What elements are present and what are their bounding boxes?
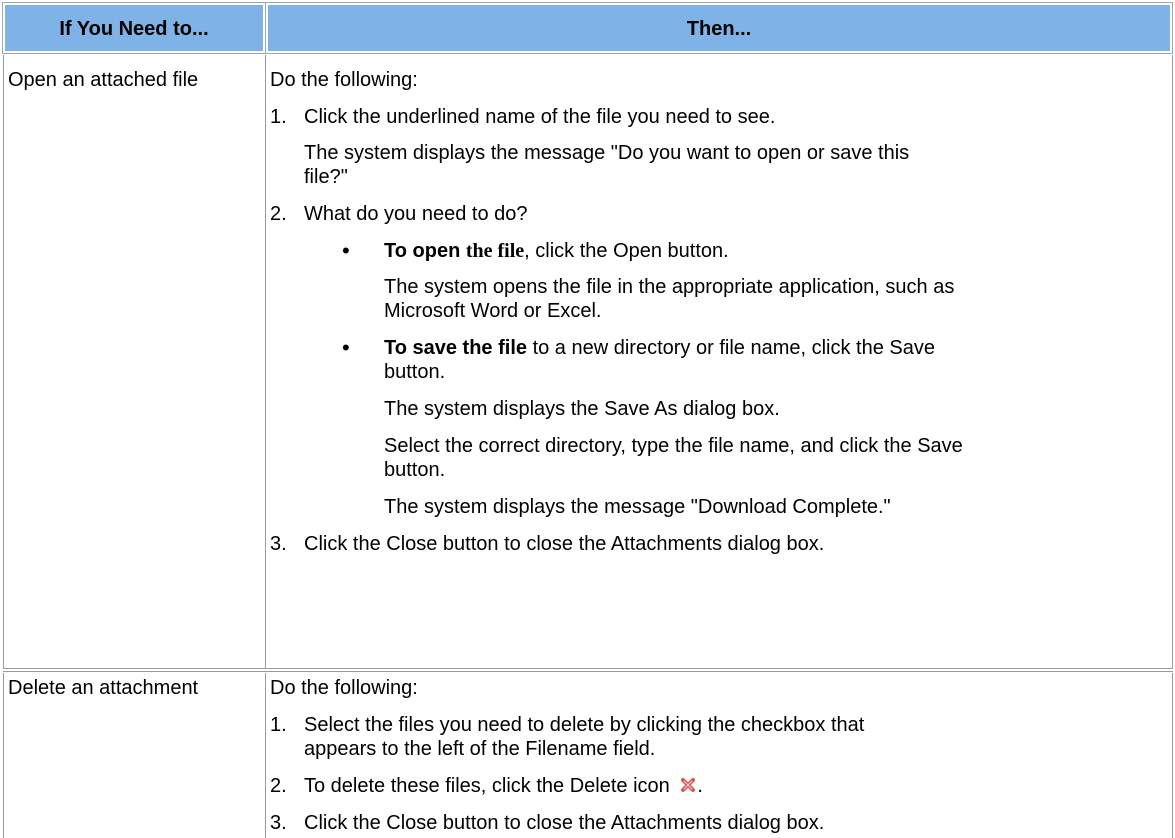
row1-steps-cell: Do the following: 1. Click the underline… [266,55,1173,669]
row1-bullet2-note2-cont: button. [384,459,446,481]
row2-intro: Do the following: [270,677,418,699]
row1-step2-text: What do you need to do? [304,203,528,225]
row1-step1-note: The system displays the message "Do you … [304,142,910,164]
row-divider [3,669,1173,672]
header-cell-action: If You Need to... [2,2,266,54]
row1-bullet1-rest: , click the Open button. [524,240,729,262]
row2-steps-cell: Do the following: 1. Select the files yo… [266,673,1173,838]
delete-x-icon[interactable] [679,776,697,794]
row1-step1-number: 1. [270,106,287,128]
row1-bullet1-text: To open the file, click the Open button. [384,239,729,263]
row2-action-cell: Delete an attachment [3,673,266,838]
row2-step1-text: Select the files you need to delete by c… [304,714,865,736]
row1-bullet2-note2: Select the correct directory, type the f… [384,435,963,457]
row2-step2-pre: To delete these files, click the Delete … [304,775,670,797]
row1-step3-text: Click the Close button to close the Atta… [304,533,825,555]
row2-step2-text: To delete these files, click the Delete … [304,774,703,798]
row1-step1-note-cont: file?" [304,166,348,188]
row2-action-text: Delete an attachment [8,677,199,699]
row1-step1-text: Click the underlined name of the file yo… [304,106,776,128]
row1-bullet1-bold-b: the file [465,240,525,262]
row1-bullet2-bold: To save the file [384,337,528,359]
row1-action-cell: Open an attached file [3,55,266,669]
row2-step2-post: . [697,775,703,797]
row1-bullet2-text-cont: button. [384,361,446,383]
row1-bullet2-note1: The system displays the Save As dialog b… [384,398,780,420]
row2-step1-number: 1. [270,714,287,736]
row1-bullet2-text: To save the file to a new directory or f… [384,336,935,360]
row2-step1-text-cont: appears to the left of the Filename fiel… [304,738,656,760]
row1-bullet1-marker: • [342,238,350,263]
row1-action-text: Open an attached file [8,69,199,91]
header-cell-then: Then... [265,2,1173,54]
row1-bullet1-note-cont: Microsoft Word or Excel. [384,300,602,322]
row1-bullet2-note3: The system displays the message "Downloa… [384,496,891,518]
row2-step3-text: Click the Close button to close the Atta… [304,812,825,834]
row1-bullet1-note: The system opens the file in the appropr… [384,276,955,298]
row1-bullet2-rest: to a new directory or file name, click t… [527,337,935,359]
row1-step2-number: 2. [270,203,287,225]
row1-step3-number: 3. [270,533,287,555]
row1-intro: Do the following: [270,69,418,91]
row1-bullet2-marker: • [342,335,350,360]
row2-step3-number: 3. [270,812,287,834]
row1-bullet1-bold-a: To open [384,240,466,262]
row2-step2-number: 2. [270,775,287,797]
